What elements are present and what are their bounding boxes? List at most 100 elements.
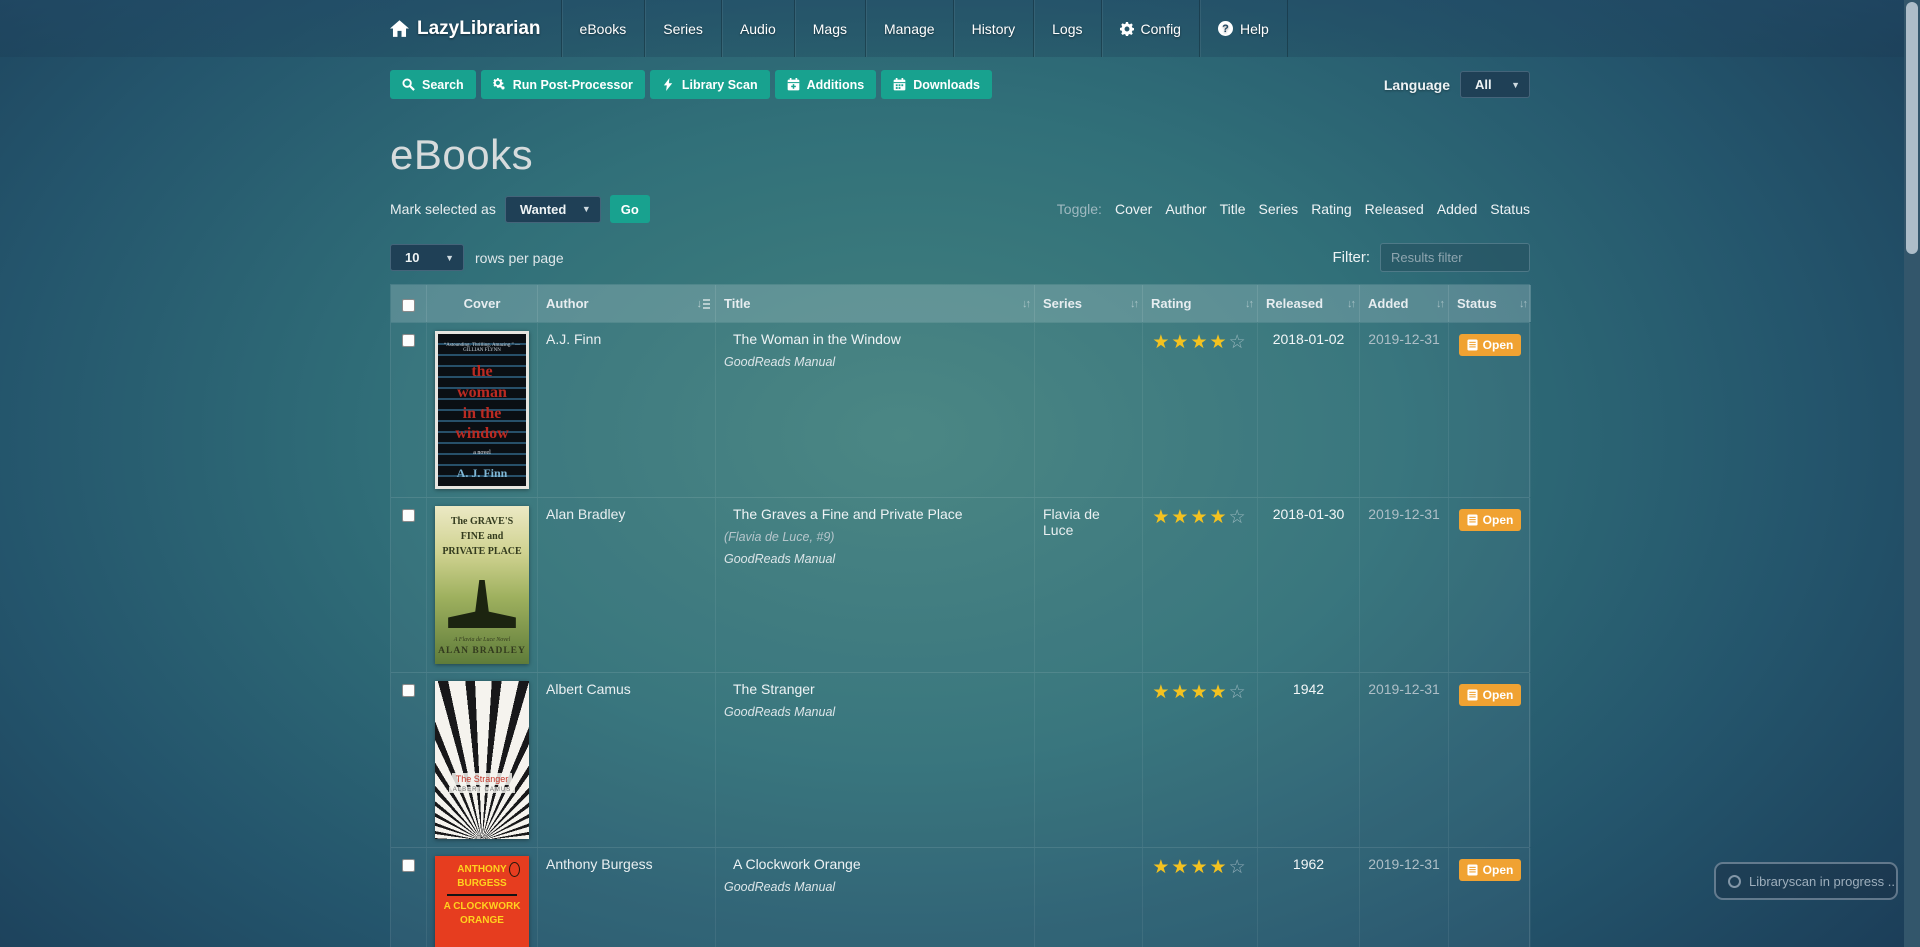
downloads-button[interactable]: Downloads (881, 70, 992, 99)
scrollbar-thumb[interactable] (1906, 2, 1918, 254)
table-row: ANTHONY BURGESS A CLOCKWORK ORANGE Anthon… (391, 847, 1531, 947)
added-date: 2019-12-31 (1359, 848, 1448, 947)
page-title: eBooks (390, 131, 534, 178)
table-header: Cover Author ↓ Title ↓↑ Series ↓↑ Rating… (391, 285, 1531, 322)
toggle-rating[interactable]: Rating (1311, 201, 1351, 217)
column-header-added[interactable]: Added ↓↑ (1359, 285, 1448, 322)
column-header-cover[interactable]: Cover (426, 285, 537, 322)
nav-config-label: Config (1140, 20, 1181, 37)
filter-label: Filter: (1332, 249, 1371, 266)
language-select[interactable]: All ▼ (1460, 71, 1530, 98)
cover-author-text: ALAN BRADLEY (438, 646, 526, 656)
nav-logs[interactable]: Logs (1033, 0, 1100, 57)
book-icon (1467, 339, 1478, 351)
nav-mags[interactable]: Mags (793, 0, 865, 57)
select-all-checkbox[interactable] (402, 298, 415, 312)
author-link[interactable]: Albert Camus (546, 681, 631, 697)
toggle-author[interactable]: Author (1165, 201, 1206, 217)
toast-text: Libraryscan in progress ... (1749, 873, 1898, 889)
search-button[interactable]: Search (390, 70, 476, 99)
nav-help[interactable]: ? Help (1198, 0, 1288, 57)
book-cover[interactable]: The GRAVE'S FINE and PRIVATE PLACE A Flavi… (435, 506, 529, 664)
cover-title-text: The Stranger (451, 773, 513, 785)
cover-title-text: The GRAVE'S FINE and PRIVATE PLACE (442, 516, 522, 557)
open-button[interactable]: Open (1458, 859, 1522, 881)
book-title-link[interactable]: The Stranger (724, 681, 1026, 697)
toolbar: Search Run Post-Processor Library Scan A… (390, 70, 1530, 99)
nav-history[interactable]: History (952, 0, 1034, 57)
column-header-status[interactable]: Status ↓↑ (1448, 285, 1531, 322)
book-cover[interactable]: The Stranger ALBERT CAMUS (435, 681, 529, 839)
column-header-rating[interactable]: Rating ↓↑ (1142, 285, 1257, 322)
nav-config[interactable]: Config (1100, 0, 1199, 57)
series-note: (Flavia de Luce, #9) (724, 530, 835, 544)
column-header-released[interactable]: Released ↓↑ (1257, 285, 1359, 322)
go-button[interactable]: Go (609, 195, 650, 223)
rating-stars: ★★★★☆ (1152, 857, 1248, 878)
bolt-icon (663, 78, 673, 91)
added-date: 2019-12-31 (1359, 323, 1448, 497)
nav-audio[interactable]: Audio (720, 0, 794, 57)
sort-amount-icon: ↓ (697, 298, 710, 310)
row-checkbox[interactable] (402, 509, 415, 522)
book-title-link[interactable]: The Woman in the Window (724, 331, 1026, 347)
row-checkbox[interactable] (402, 334, 415, 347)
toggle-released[interactable]: Released (1365, 201, 1424, 217)
book-title-link[interactable]: A Clockwork Orange (724, 856, 1026, 872)
row-checkbox[interactable] (402, 684, 415, 697)
released-date: 1942 (1257, 673, 1359, 847)
toggle-bar: Toggle: Cover Author Title Series Rating… (1057, 201, 1530, 217)
toggle-series[interactable]: Series (1259, 201, 1299, 217)
library-scan-button[interactable]: Library Scan (649, 70, 770, 99)
additions-button[interactable]: Additions (774, 70, 877, 99)
nav-ebooks[interactable]: eBooks (560, 0, 645, 57)
chevron-down-icon: ▼ (445, 252, 454, 263)
added-date: 2019-12-31 (1359, 498, 1448, 672)
rows-per-page-select[interactable]: 10 ▼ (390, 244, 464, 271)
author-link[interactable]: Alan Bradley (546, 506, 625, 522)
open-button[interactable]: Open (1458, 509, 1522, 531)
mark-selected-select[interactable]: Wanted ▼ (504, 195, 601, 223)
brand-label: LazyLibrarian (417, 17, 541, 39)
source-note: GoodReads Manual (724, 355, 836, 369)
app-viewport: LazyLibrarian eBooks Series Audio Mags M… (0, 0, 1920, 947)
column-header-author[interactable]: Author ↓ (537, 285, 715, 322)
language-label: Language (1383, 76, 1450, 93)
nav-manage[interactable]: Manage (864, 0, 953, 57)
mark-selected-label: Mark selected as (390, 201, 496, 217)
book-cover[interactable]: ANTHONY BURGESS A CLOCKWORK ORANGE (435, 856, 529, 947)
source-note: GoodReads Manual (724, 705, 836, 719)
column-header-series[interactable]: Series ↓↑ (1034, 285, 1142, 322)
author-link[interactable]: Anthony Burgess (546, 856, 653, 872)
nav-series[interactable]: Series (644, 0, 721, 57)
run-post-processor-button[interactable]: Run Post-Processor (480, 70, 645, 99)
open-button[interactable]: Open (1458, 684, 1522, 706)
book-title-link[interactable]: The Graves a Fine and Private Place (724, 506, 1026, 522)
author-link[interactable]: A.J. Finn (546, 331, 601, 347)
released-date: 2018-01-02 (1257, 323, 1359, 497)
cover-author-text: ALBERT CAMUS (448, 787, 516, 793)
chevron-down-icon: ▼ (581, 204, 591, 214)
filter-input[interactable] (1380, 243, 1530, 272)
column-header-title[interactable]: Title ↓↑ (715, 285, 1034, 322)
page-scrollbar[interactable] (1904, 0, 1920, 947)
gears-icon (492, 78, 505, 90)
calendar-plus-icon (787, 78, 799, 91)
toggle-cover[interactable]: Cover (1115, 201, 1152, 217)
row-checkbox[interactable] (402, 859, 415, 872)
released-date: 1962 (1257, 848, 1359, 947)
home-icon (390, 20, 409, 37)
toggle-status[interactable]: Status (1490, 201, 1530, 217)
book-cover[interactable]: “Astounding. Thrilling. Amazing.” —GILLI… (435, 331, 529, 489)
toggle-title[interactable]: Title (1220, 201, 1246, 217)
series-link[interactable]: Flavia de Luce (1043, 506, 1100, 538)
search-icon (402, 78, 415, 91)
rating-stars: ★★★★☆ (1152, 682, 1248, 703)
rating-stars: ★★★★☆ (1152, 332, 1248, 353)
cover-note: A Flavia de Luce Novel (453, 637, 511, 643)
brand-home-link[interactable]: LazyLibrarian (390, 0, 561, 57)
open-button[interactable]: Open (1458, 334, 1522, 356)
table-row: The Stranger ALBERT CAMUS Albert Camus T… (391, 672, 1531, 847)
toggle-added[interactable]: Added (1437, 201, 1477, 217)
sort-icon: ↓↑ (1245, 297, 1254, 310)
